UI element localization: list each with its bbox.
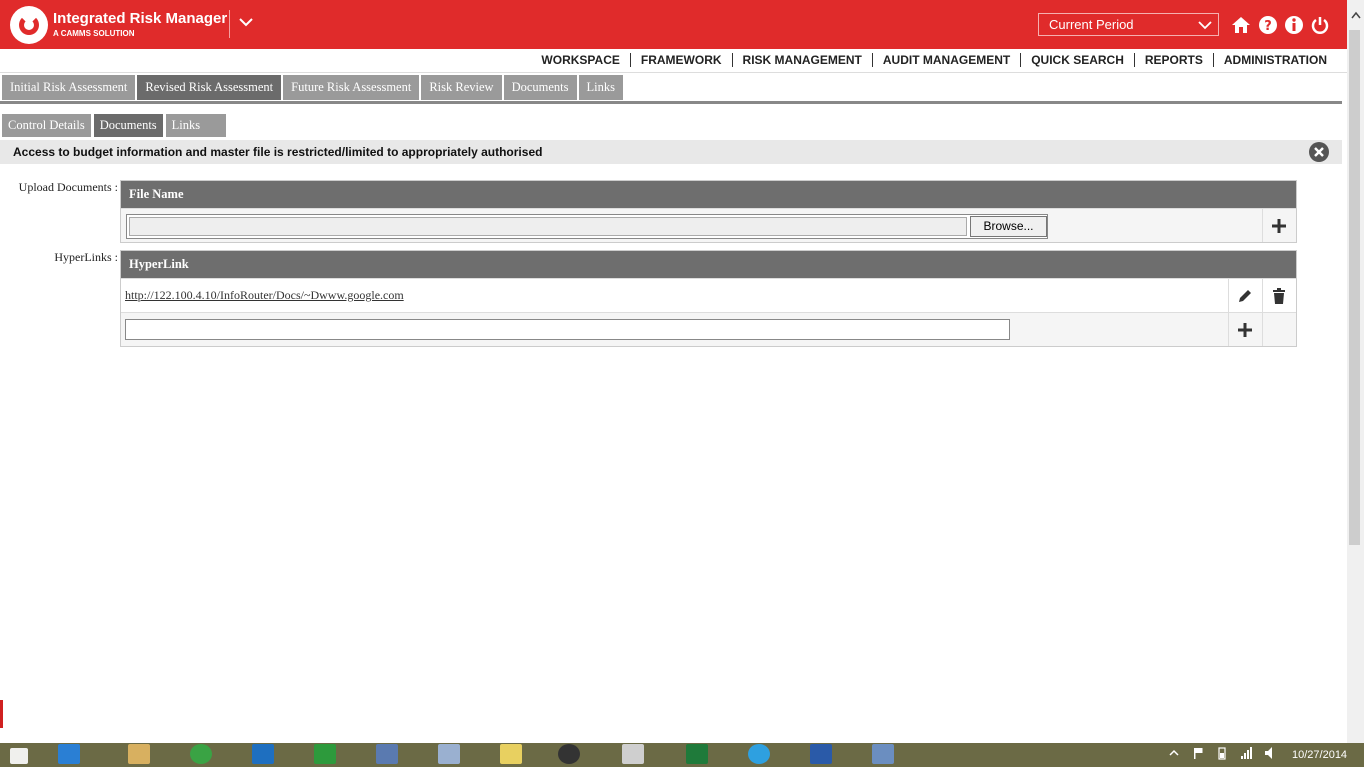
chrome-icon[interactable] — [190, 744, 212, 764]
cell-divider — [1262, 313, 1263, 346]
flag-icon[interactable] — [1192, 746, 1204, 760]
power-icon[interactable] — [1310, 15, 1330, 35]
hyperlink-header: HyperLink — [121, 251, 1296, 278]
add-icon[interactable] — [1236, 321, 1254, 339]
subtab-documents[interactable]: Documents — [93, 114, 163, 137]
help-icon[interactable]: ? — [1258, 15, 1278, 35]
app-subtitle: A CAMMS SOLUTION — [53, 29, 135, 38]
tab-documents[interactable]: Documents — [503, 75, 577, 100]
subtab-control-details[interactable]: Control Details — [2, 114, 91, 137]
menu-item-risk-management[interactable]: RISK MANAGEMENT — [733, 53, 873, 67]
wordpress-icon[interactable] — [558, 744, 580, 764]
calculator-icon[interactable] — [376, 744, 398, 764]
project-icon[interactable] — [314, 744, 336, 764]
new-hyperlink-row — [121, 312, 1296, 346]
tab-bar: Initial Risk Assessment Revised Risk Asse… — [2, 75, 625, 100]
scroll-up-icon[interactable] — [1350, 10, 1362, 22]
subtab-links[interactable]: Links — [165, 114, 226, 137]
file-path-input[interactable] — [129, 217, 967, 236]
chevron-down-icon[interactable] — [238, 14, 254, 30]
upload-row: Browse... — [121, 208, 1296, 242]
tab-bar-underline — [0, 101, 1342, 104]
browse-button[interactable]: Browse... — [970, 216, 1047, 237]
outlook-icon[interactable] — [252, 744, 274, 764]
hyperlink-input[interactable] — [125, 319, 1010, 340]
excel-icon[interactable] — [686, 744, 708, 764]
title-divider — [229, 10, 230, 38]
menu-item-quick-search[interactable]: QUICK SEARCH — [1021, 53, 1135, 67]
upload-grid: File Name Browse... — [120, 180, 1297, 243]
scrollbar-thumb[interactable] — [1349, 30, 1360, 545]
tab-risk-review[interactable]: Risk Review — [421, 75, 502, 100]
cell-divider — [1262, 279, 1263, 312]
info-icon[interactable] — [1284, 15, 1304, 35]
tray-arrow-icon[interactable] — [1168, 746, 1180, 760]
file-upload-field[interactable]: Browse... — [126, 214, 1048, 239]
subtab-bar: Control Details Documents Links — [2, 114, 229, 137]
edge-marker — [0, 700, 3, 728]
snipping-icon[interactable] — [622, 744, 644, 764]
close-icon[interactable] — [1308, 141, 1330, 163]
network-icon[interactable] — [1240, 746, 1252, 760]
ie-icon[interactable] — [58, 744, 80, 764]
edit-icon[interactable] — [1236, 287, 1254, 305]
camms-logo-icon[interactable] — [10, 6, 48, 44]
word-icon[interactable] — [810, 744, 832, 764]
sticky-notes-icon[interactable] — [500, 744, 522, 764]
svg-text:?: ? — [1264, 19, 1272, 34]
notice-bar: Access to budget information and master … — [0, 140, 1342, 164]
menu-item-administration[interactable]: ADMINISTRATION — [1214, 53, 1337, 67]
explorer-icon[interactable] — [128, 744, 150, 764]
taskbar-clock[interactable]: 10/27/2014 — [1292, 749, 1347, 761]
tab-future-risk-assessment[interactable]: Future Risk Assessment — [283, 75, 420, 100]
cell-divider — [1228, 313, 1229, 346]
app-header: Integrated Risk Manager A CAMMS SOLUTION… — [0, 0, 1347, 49]
start-icon[interactable] — [10, 748, 28, 764]
add-icon[interactable] — [1270, 217, 1288, 235]
volume-icon[interactable] — [1264, 746, 1276, 760]
notice-text: Access to budget information and master … — [13, 145, 543, 159]
main-menu: WORKSPACE FRAMEWORK RISK MANAGEMENT AUDIT M… — [0, 49, 1347, 73]
cell-divider — [1228, 279, 1229, 312]
app-title: Integrated Risk Manager — [53, 10, 228, 27]
tab-revised-risk-assessment[interactable]: Revised Risk Assessment — [137, 75, 282, 100]
tab-initial-risk-assessment[interactable]: Initial Risk Assessment — [2, 75, 136, 100]
hyperlinks-grid: HyperLink http://122.100.4.10/InfoRouter… — [120, 250, 1297, 347]
hyperlinks-label: HyperLinks : — [54, 250, 118, 264]
table-row: http://122.100.4.10/InfoRouter/Docs/~Dww… — [121, 278, 1296, 312]
menu-item-audit-management[interactable]: AUDIT MANAGEMENT — [873, 53, 1022, 67]
menu-item-framework[interactable]: FRAMEWORK — [631, 53, 733, 67]
rdp-icon[interactable] — [872, 744, 894, 764]
period-select[interactable]: Current Period — [1038, 13, 1219, 36]
menu-item-workspace[interactable]: WORKSPACE — [531, 53, 631, 67]
delete-icon[interactable] — [1270, 287, 1288, 305]
file-name-header: File Name — [121, 181, 1296, 208]
upload-documents-label: Upload Documents : — [18, 180, 118, 194]
battery-icon[interactable] — [1216, 746, 1228, 760]
chevron-down-icon — [1198, 21, 1212, 30]
cell-divider — [1262, 209, 1263, 242]
tab-links[interactable]: Links — [578, 75, 623, 100]
period-select-value: Current Period — [1049, 17, 1134, 32]
menu-item-reports[interactable]: REPORTS — [1135, 53, 1214, 67]
paint-icon[interactable] — [438, 744, 460, 764]
hyperlink-item[interactable]: http://122.100.4.10/InfoRouter/Docs/~Dww… — [125, 288, 404, 303]
skype-icon[interactable] — [748, 744, 770, 764]
home-icon[interactable] — [1231, 15, 1251, 35]
